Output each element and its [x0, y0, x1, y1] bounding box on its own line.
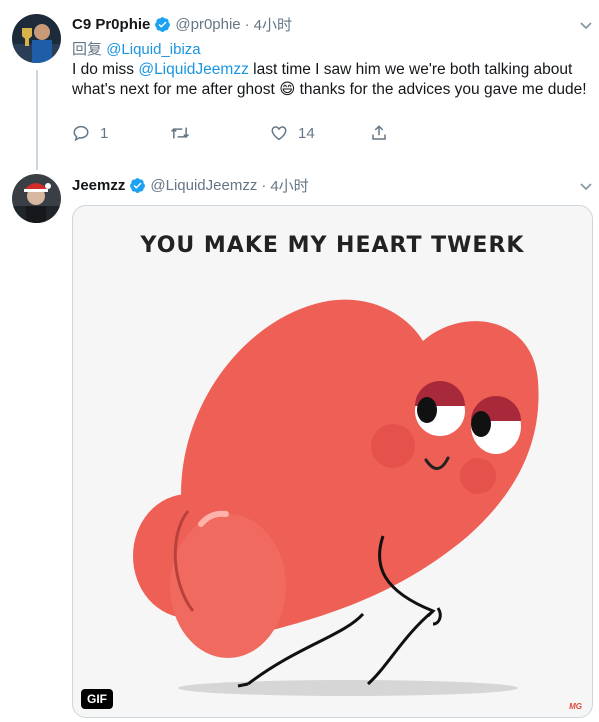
tweet2-header: Jeemzz @LiquidJeemzz · 4小时: [72, 175, 309, 196]
verified-badge-icon: [154, 16, 171, 33]
tweet-text: I do miss @LiquidJeemzz last time I saw …: [72, 60, 592, 100]
tweet-timestamp[interactable]: 4小时: [254, 14, 292, 35]
tweet-text-part: I do miss: [72, 61, 139, 78]
author-handle[interactable]: @pr0phie: [175, 16, 240, 33]
share-icon: [372, 125, 386, 140]
reply-context: 回复 @Liquid_ibiza: [72, 38, 201, 59]
reply-count: 1: [100, 124, 109, 142]
like-icon: [271, 126, 287, 141]
tweet1-header: C9 Pr0phie @pr0phie · 4小时: [72, 14, 292, 35]
watermark-mg: MG: [569, 702, 582, 711]
reply-prefix: 回复: [72, 41, 103, 58]
twerking-heart-illustration: [133, 299, 539, 696]
like-count: 14: [298, 124, 315, 142]
chevron-down-icon[interactable]: [578, 178, 594, 194]
separator-dot: ·: [244, 16, 250, 33]
author-handle[interactable]: @LiquidJeemzz: [150, 177, 257, 194]
mention-link[interactable]: @LiquidJeemzz: [138, 61, 249, 78]
share-button[interactable]: [370, 124, 388, 142]
retweet-button[interactable]: [170, 124, 200, 142]
separator-dot: ·: [261, 177, 267, 194]
reply-icon: [73, 125, 89, 142]
avatar-pr0phie[interactable]: [12, 14, 61, 63]
like-button[interactable]: 14: [270, 124, 315, 142]
gif-badge: GIF: [81, 689, 113, 709]
verified-badge-icon: [129, 177, 146, 194]
author-display-name[interactable]: C9 Pr0phie: [72, 16, 150, 33]
avatar-jeemzz[interactable]: [12, 174, 61, 223]
tweet-timestamp[interactable]: 4小时: [270, 175, 308, 196]
retweet-icon: [170, 127, 190, 139]
gif-media[interactable]: YOU MAKE MY HEART TWERK GIF MG: [72, 205, 593, 718]
tweet-actions: 1 14: [72, 124, 392, 146]
reply-to-mention-link[interactable]: @Liquid_ibiza: [106, 41, 200, 58]
author-display-name[interactable]: Jeemzz: [72, 177, 125, 194]
reply-button[interactable]: 1: [72, 124, 108, 142]
chevron-down-icon[interactable]: [578, 17, 594, 33]
thread-connector-line: [36, 70, 38, 170]
